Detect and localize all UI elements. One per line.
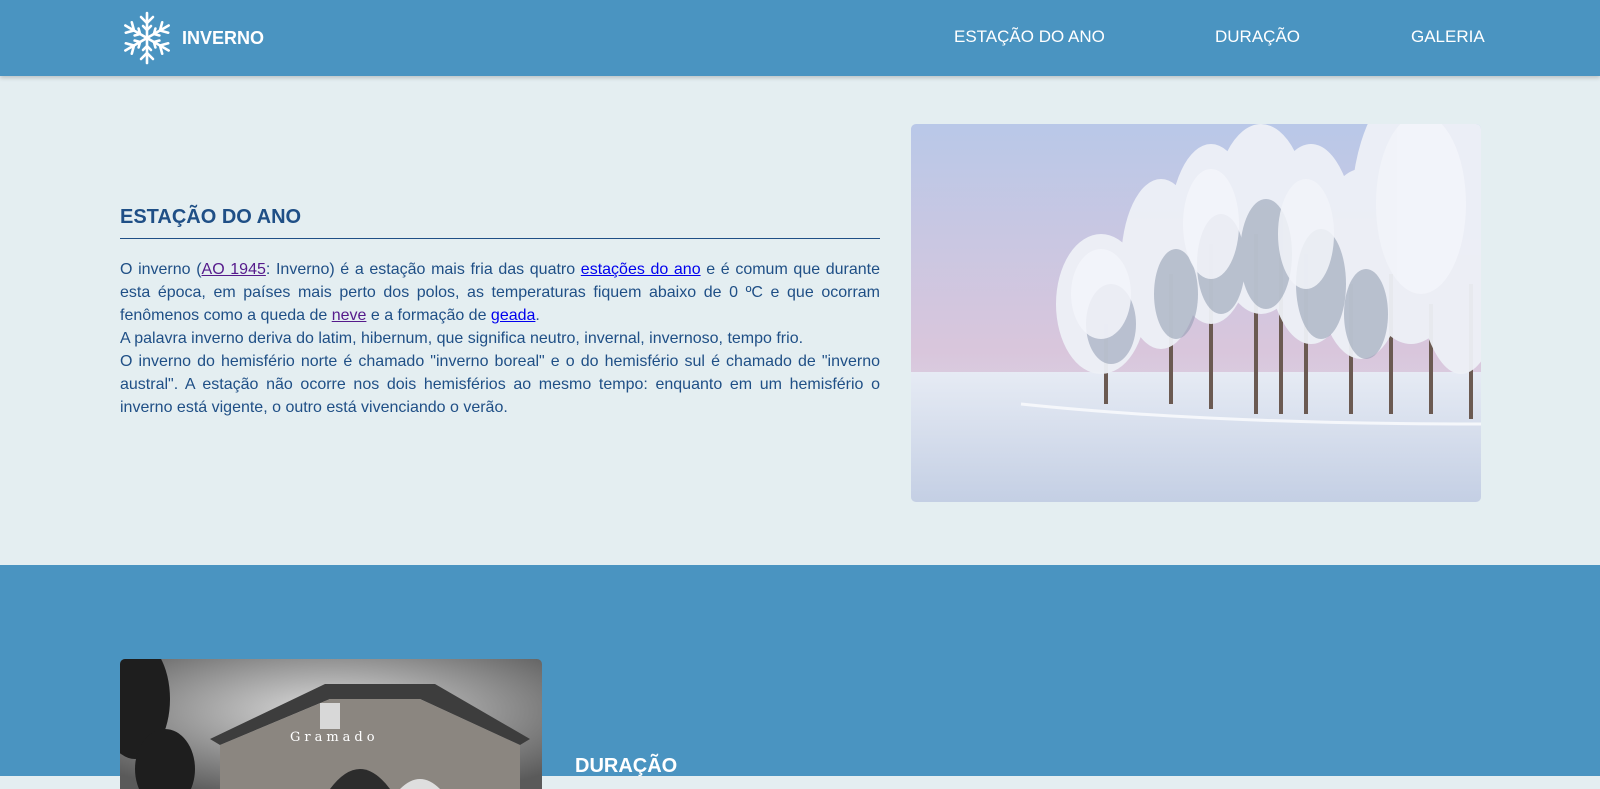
link-neve[interactable]: neve — [332, 307, 367, 324]
text-fragment: . — [535, 307, 540, 324]
text-fragment: : Inverno) é a estação mais fria das qua… — [265, 261, 581, 278]
section-body-estacao: O inverno (AO 1945: Inverno) é a estação… — [120, 258, 880, 419]
brand-logo-link[interactable]: INVERNO — [120, 11, 264, 65]
section-duracao: Gramado DURAÇÃO — [0, 565, 1600, 789]
paragraph-hemispheres: O inverno do hemisfério norte é chamado … — [120, 353, 880, 416]
link-ao-1945[interactable]: AO 1945 — [202, 261, 266, 278]
section-title-estacao: ESTAÇÃO DO ANO — [120, 206, 880, 239]
portal-sign-text: Gramado — [290, 730, 379, 745]
section-estacao-do-ano: ESTAÇÃO DO ANO O inverno (AO 1945: Inver… — [0, 76, 1600, 565]
brand-name: INVERNO — [182, 27, 265, 48]
snowflake-icon — [124, 11, 170, 65]
link-estacoes-do-ano[interactable]: estações do ano — [581, 261, 701, 278]
text-fragment: e a formação de — [366, 307, 491, 324]
section-title-duracao: DURAÇÃO — [575, 755, 678, 777]
text-fragment: O inverno ( — [120, 261, 202, 278]
paragraph-intro: O inverno (AO 1945: Inverno) é a estação… — [120, 258, 880, 327]
site-header: INVERNO ESTAÇÃO DO ANO DURAÇÃO GALERIA — [0, 0, 1600, 76]
paragraph-etymology: A palavra inverno deriva do latim, hiber… — [120, 330, 804, 347]
gramado-portal-photo: Gramado — [120, 659, 542, 789]
winter-forest-photo — [911, 124, 1481, 502]
nav-link-estacao-do-ano[interactable]: ESTAÇÃO DO ANO — [954, 27, 1105, 47]
link-geada[interactable]: geada — [491, 307, 536, 324]
nav-link-galeria[interactable]: GALERIA — [1411, 27, 1485, 47]
nav-link-duracao[interactable]: DURAÇÃO — [1215, 27, 1300, 47]
